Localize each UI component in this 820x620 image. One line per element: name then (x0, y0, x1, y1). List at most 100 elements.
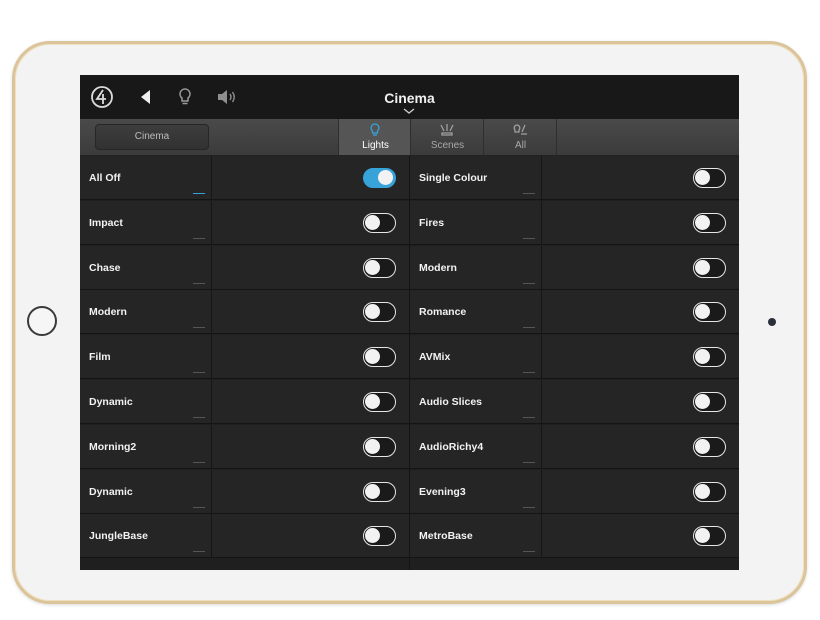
light-row[interactable]: Morning2 (80, 424, 409, 469)
light-row[interactable]: Fires (410, 200, 739, 245)
toggle-knob (365, 528, 380, 544)
light-toggle[interactable] (693, 212, 726, 233)
light-row[interactable]: JungleBase (80, 514, 409, 559)
tab-all[interactable]: All (484, 119, 557, 155)
light-label: AudioRichy4 (419, 440, 484, 453)
light-label-cell: AudioRichy4 (410, 424, 542, 469)
light-row[interactable]: All Off (80, 156, 409, 200)
level-indicator (523, 237, 535, 239)
toggle-knob (695, 170, 710, 185)
toggle-knob (378, 170, 393, 185)
light-label-cell: Dynamic (80, 469, 212, 514)
light-toggle[interactable] (693, 257, 726, 278)
level-indicator (193, 506, 205, 508)
toggle-knob (365, 438, 380, 454)
toggle-knob (695, 304, 710, 320)
light-label: Chase (89, 261, 121, 274)
tab-label: Lights (362, 140, 389, 151)
light-label: Morning2 (89, 440, 137, 453)
toggle-knob (695, 438, 710, 454)
level-indicator (523, 282, 535, 284)
light-label-cell: Romance (410, 290, 542, 335)
level-indicator (193, 372, 205, 374)
light-toggle[interactable] (363, 392, 396, 412)
level-indicator (193, 193, 205, 194)
light-label: Modern (89, 306, 127, 319)
light-toggle[interactable] (363, 302, 396, 323)
light-toggle[interactable] (363, 347, 396, 368)
home-button[interactable] (27, 306, 57, 336)
tab-lights[interactable]: Lights (338, 119, 411, 155)
light-label: AVMix (419, 351, 451, 364)
light-label: Dynamic (89, 485, 133, 498)
light-toggle[interactable] (693, 481, 726, 502)
level-indicator (193, 417, 205, 418)
light-label-cell: Impact (80, 200, 212, 245)
light-label: Fires (419, 216, 445, 229)
light-row[interactable]: Evening3 (410, 469, 739, 514)
light-toggle[interactable] (363, 526, 396, 547)
toggle-knob (365, 349, 380, 365)
light-row[interactable]: Film (80, 335, 409, 380)
light-row[interactable]: Single Colour (410, 156, 739, 200)
light-row[interactable]: Modern (80, 290, 409, 335)
light-row[interactable]: Dynamic (80, 469, 409, 514)
tab-label: All (514, 140, 527, 151)
light-label-cell: AVMix (410, 335, 542, 380)
light-row[interactable]: AudioRichy4 (410, 424, 739, 469)
light-label-cell: Film (80, 335, 212, 380)
light-label-cell: Evening3 (410, 469, 542, 514)
light-row[interactable]: Audio Slices (410, 380, 739, 424)
light-label: JungleBase (89, 530, 148, 543)
light-toggle[interactable] (693, 347, 726, 368)
light-toggle[interactable] (693, 392, 726, 412)
room-select-button[interactable]: Cinema (95, 124, 209, 150)
light-toggle[interactable] (693, 436, 726, 457)
light-label: MetroBase (419, 530, 473, 543)
toggle-knob (695, 214, 710, 230)
tab-label: Scenes (430, 140, 465, 151)
tab-scenes[interactable]: Scenes (411, 119, 484, 155)
level-indicator (193, 282, 205, 284)
lightbulb-icon (370, 123, 380, 136)
light-toggle[interactable] (363, 257, 396, 278)
light-toggle[interactable] (693, 526, 726, 547)
light-label-cell: All Off (80, 156, 212, 200)
light-label-cell: Modern (410, 245, 542, 290)
level-indicator (523, 417, 535, 418)
light-row[interactable]: Chase (80, 245, 409, 290)
light-toggle[interactable] (363, 481, 396, 502)
level-indicator (193, 327, 205, 329)
light-toggle[interactable] (693, 302, 726, 323)
light-label-cell: Morning2 (80, 424, 212, 469)
light-row[interactable]: MetroBase (410, 514, 739, 559)
light-toggle[interactable] (363, 168, 396, 188)
light-toggle[interactable] (363, 436, 396, 457)
light-label: Single Colour (419, 172, 488, 184)
chevron-down-icon[interactable] (403, 108, 415, 114)
light-toggle[interactable] (363, 212, 396, 233)
front-camera (768, 318, 776, 326)
toggle-knob (695, 349, 710, 365)
toggle-knob (695, 483, 710, 499)
level-indicator (523, 327, 535, 329)
light-label-cell: Dynamic (80, 380, 212, 424)
toggle-knob (365, 394, 380, 409)
page-title[interactable]: Cinema (80, 90, 739, 106)
light-row[interactable]: Impact (80, 200, 409, 245)
left-column: All Off Impact Chase Modern Film Dynamic Morni… (80, 156, 409, 570)
sub-toolbar: Cinema Lights Scenes All (80, 119, 739, 156)
light-row[interactable]: Romance (410, 290, 739, 335)
toggle-knob (695, 528, 710, 544)
light-label-cell: Modern (80, 290, 212, 335)
toggle-knob (695, 394, 710, 409)
light-row[interactable]: Dynamic (80, 380, 409, 424)
level-indicator (193, 461, 205, 463)
light-toggle[interactable] (693, 168, 726, 188)
toggle-knob (365, 304, 380, 320)
scenes-icon (440, 124, 454, 136)
light-row[interactable]: AVMix (410, 335, 739, 380)
light-label-cell: MetroBase (410, 514, 542, 559)
light-row[interactable]: Modern (410, 245, 739, 290)
light-label: All Off (89, 172, 121, 184)
